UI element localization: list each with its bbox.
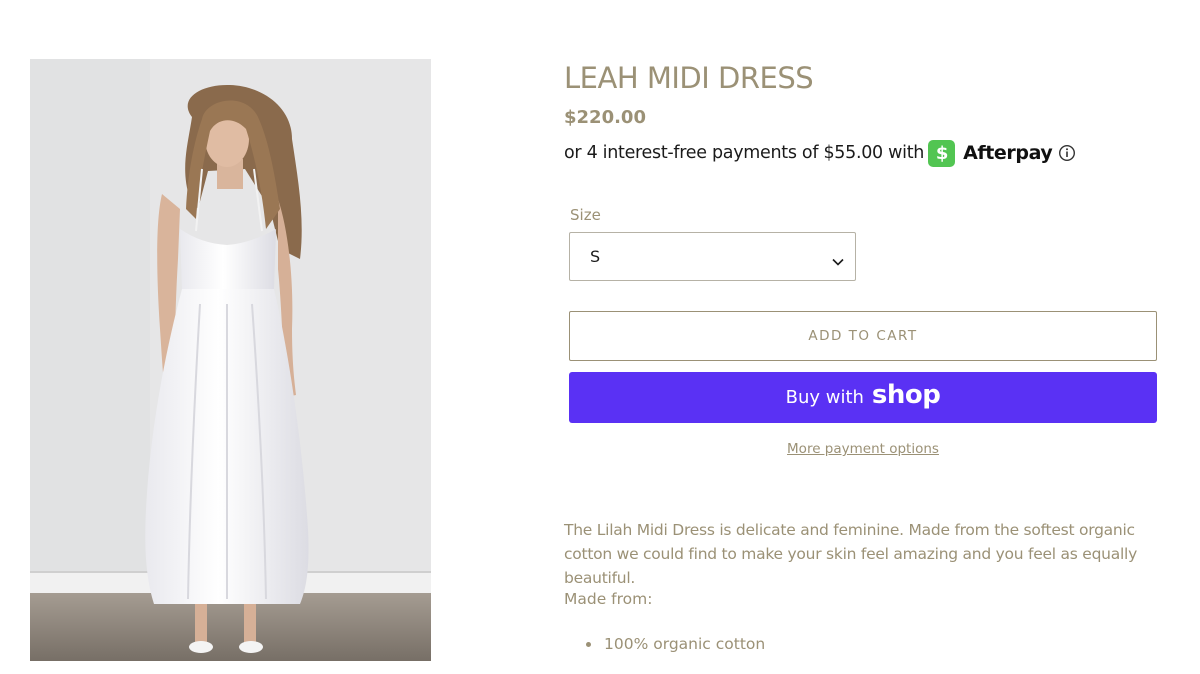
afterpay-dollar-icon: $ (928, 139, 956, 167)
chevron-down-icon (832, 251, 844, 270)
product-image[interactable] (30, 59, 431, 661)
svg-text:$: $ (935, 143, 947, 163)
product-info: LEAH MIDI DRESS $220.00 or 4 interest-fr… (564, 60, 1164, 168)
add-to-cart-button[interactable]: ADD TO CART (569, 311, 1157, 361)
size-select[interactable]: S (569, 232, 856, 281)
buy-with-shop-button[interactable]: Buy with shop (569, 372, 1157, 423)
product-page: LEAH MIDI DRESS $220.00 or 4 interest-fr… (0, 0, 1200, 674)
product-description: The Lilah Midi Dress is delicate and fem… (564, 521, 1138, 587)
size-selected-value: S (590, 247, 601, 266)
shop-logo: shop (871, 380, 941, 410)
afterpay-text: or 4 interest-free payments of $55.00 wi… (564, 143, 925, 163)
size-label: Size (570, 206, 601, 224)
afterpay-message: or 4 interest-free payments of $55.00 wi… (564, 138, 1164, 168)
afterpay-brand: Afterpay (963, 142, 1053, 164)
more-payment-options-link[interactable]: More payment options (569, 441, 1157, 457)
list-item: 100% organic cotton (586, 633, 765, 655)
materials-list: 100% organic cotton (586, 633, 765, 655)
made-from-label: Made from: (564, 590, 653, 608)
info-circle-icon[interactable] (1058, 144, 1076, 162)
product-title: LEAH MIDI DRESS (564, 61, 814, 95)
product-photo-illustration (30, 59, 431, 661)
buy-with-label: Buy with (785, 387, 864, 408)
product-price: $220.00 (564, 107, 646, 128)
